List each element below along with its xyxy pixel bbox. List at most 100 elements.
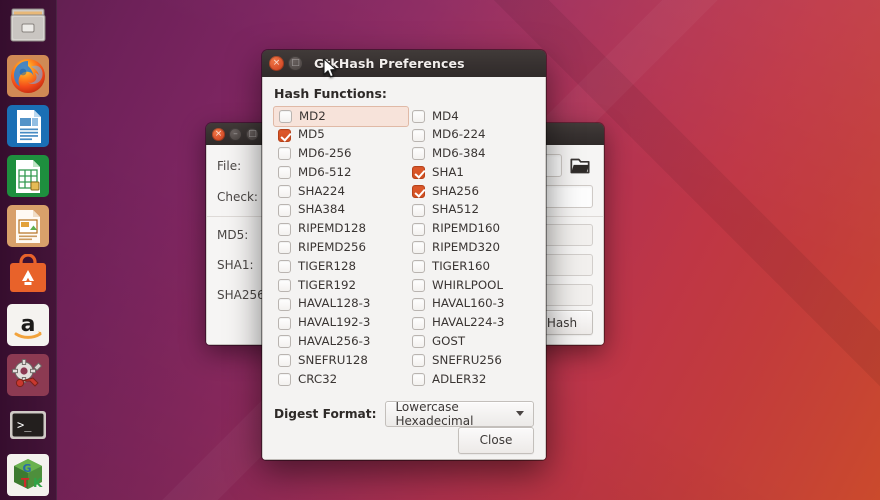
digest-format-row: Digest Format: Lowercase Hexadecimal [274,400,534,428]
hash-function-row-md2[interactable]: MD2 [273,106,409,127]
checkbox-tiger128-icon[interactable] [278,260,291,274]
hash-function-row-whirlpool[interactable]: WHIRLPOOL [408,276,534,295]
hash-function-label: SNEFRU128 [298,352,368,367]
hash-function-label: MD6-256 [298,146,352,161]
hash-function-row-crc32[interactable]: CRC32 [274,370,408,389]
hash-function-row-sha256[interactable]: SHA256 [408,182,534,201]
checkbox-haval160-3-icon[interactable] [412,297,425,311]
checkbox-tiger160-icon[interactable] [412,260,425,274]
checkbox-ripemd128-icon[interactable] [278,222,291,236]
checkbox-md6-224-icon[interactable] [412,128,425,142]
launcher-item-libreoffice-impress[interactable] [4,203,52,248]
prefs-close-button[interactable]: × [269,56,284,71]
checkbox-md2-icon[interactable] [279,109,292,123]
hash-function-row-md5[interactable]: MD5 [274,126,408,145]
checkbox-md6-384-icon[interactable] [412,147,425,161]
hash-function-row-haval256-3[interactable]: HAVAL256-3 [274,333,408,352]
launcher-item-amazon[interactable]: a [4,303,52,348]
hash-function-row-md6-256[interactable]: MD6-256 [274,145,408,164]
hash-function-row-sha384[interactable]: SHA384 [274,201,408,220]
libreoffice-writer-icon [7,104,49,147]
checkbox-haval192-3-icon[interactable] [278,316,291,330]
checkbox-adler32-icon[interactable] [412,373,425,387]
checkbox-md6-512-icon[interactable] [278,166,291,180]
main-minimize-button[interactable]: – [229,127,242,141]
hash-function-label: MD6-224 [432,127,486,142]
checkbox-sha224-icon[interactable] [278,185,291,199]
hash-function-label: MD6-384 [432,146,486,161]
checkbox-ripemd256-icon[interactable] [278,241,291,255]
hash-function-label: RIPEMD160 [432,221,501,236]
hash-function-row-md4[interactable]: MD4 [408,107,534,126]
launcher-item-files[interactable] [4,4,52,49]
hash-function-row-md6-512[interactable]: MD6-512 [274,163,408,182]
hash-function-row-ripemd320[interactable]: RIPEMD320 [408,239,534,258]
checkbox-sha256-checked-icon[interactable] [412,185,425,199]
checkbox-ripemd160-icon[interactable] [412,222,425,236]
launcher-item-gtkhash[interactable]: G T K [4,452,52,497]
hash-function-row-ripemd256[interactable]: RIPEMD256 [274,239,408,258]
hash-function-row-ripemd128[interactable]: RIPEMD128 [274,220,408,239]
main-maximize-button[interactable]: □ [246,127,259,141]
hash-function-label: MD4 [432,108,459,123]
hash-function-label: TIGER160 [432,258,490,273]
hash-function-row-sha224[interactable]: SHA224 [274,182,408,201]
launcher-item-system-settings[interactable] [4,353,52,398]
hash-function-row-sha1[interactable]: SHA1 [408,163,534,182]
hash-function-row-gost[interactable]: GOST [408,333,534,352]
hash-function-label: RIPEMD128 [298,221,367,236]
digest-format-select[interactable]: Lowercase Hexadecimal [385,400,534,428]
hash-function-row-haval224-3[interactable]: HAVAL224-3 [408,314,534,333]
preferences-dialog[interactable]: × □ GtkHash Preferences Hash Functions: … [262,50,546,460]
checkbox-md5-checked-icon[interactable] [278,128,291,142]
checkbox-haval256-3-icon[interactable] [278,335,291,349]
hash-function-row-snefru128[interactable]: SNEFRU128 [274,351,408,370]
amazon-icon: a [7,304,49,347]
close-button[interactable]: Close [458,426,534,454]
launcher-item-libreoffice-calc[interactable] [4,153,52,198]
checkbox-md4-icon[interactable] [412,109,425,123]
hash-function-row-md6-384[interactable]: MD6-384 [408,145,534,164]
checkbox-ripemd320-icon[interactable] [412,241,425,255]
files-icon [7,5,49,47]
checkbox-md6-256-icon[interactable] [278,147,291,161]
file-chooser-button[interactable] [567,154,593,177]
maximize-icon: □ [291,58,300,68]
checkbox-snefru128-icon[interactable] [278,354,291,368]
launcher-item-firefox-web-browser[interactable] [4,54,52,99]
launcher-item-terminal[interactable]: >_ [4,402,52,447]
hash-function-row-haval192-3[interactable]: HAVAL192-3 [274,314,408,333]
checkbox-crc32-icon[interactable] [278,373,291,387]
checkbox-sha512-icon[interactable] [412,203,425,217]
hash-function-row-sha512[interactable]: SHA512 [408,201,534,220]
checkbox-gost-icon[interactable] [412,335,425,349]
launcher-item-ubuntu-software[interactable] [4,253,52,298]
hash-function-row-adler32[interactable]: ADLER32 [408,370,534,389]
hash-function-label: SHA1 [432,164,464,179]
hash-function-label: ADLER32 [432,371,487,386]
checkbox-haval224-3-icon[interactable] [412,316,425,330]
unity-launcher[interactable]: a >_ G T K [0,0,57,500]
hash-function-label: HAVAL224-3 [432,315,505,330]
checkbox-snefru256-icon[interactable] [412,354,425,368]
hash-function-label: HAVAL160-3 [432,296,505,311]
prefs-titlebar[interactable]: × □ GtkHash Preferences [262,50,546,77]
checkbox-haval128-3-icon[interactable] [278,297,291,311]
hash-function-row-tiger192[interactable]: TIGER192 [274,276,408,295]
launcher-item-libreoffice-writer[interactable] [4,104,52,149]
checkbox-sha1-checked-icon[interactable] [412,166,425,180]
hash-function-label: SNEFRU256 [432,352,502,367]
hash-function-row-haval128-3[interactable]: HAVAL128-3 [274,295,408,314]
hash-function-row-ripemd160[interactable]: RIPEMD160 [408,220,534,239]
main-close-button[interactable]: × [212,127,225,141]
hash-function-row-tiger160[interactable]: TIGER160 [408,257,534,276]
hash-function-row-tiger128[interactable]: TIGER128 [274,257,408,276]
checkbox-whirlpool-icon[interactable] [412,279,425,293]
checkbox-sha384-icon[interactable] [278,203,291,217]
checkbox-tiger192-icon[interactable] [278,279,291,293]
hash-function-row-md6-224[interactable]: MD6-224 [408,126,534,145]
hash-function-label: MD6-512 [298,164,352,179]
prefs-maximize-button[interactable]: □ [288,56,303,71]
hash-function-row-haval160-3[interactable]: HAVAL160-3 [408,295,534,314]
hash-function-row-snefru256[interactable]: SNEFRU256 [408,351,534,370]
